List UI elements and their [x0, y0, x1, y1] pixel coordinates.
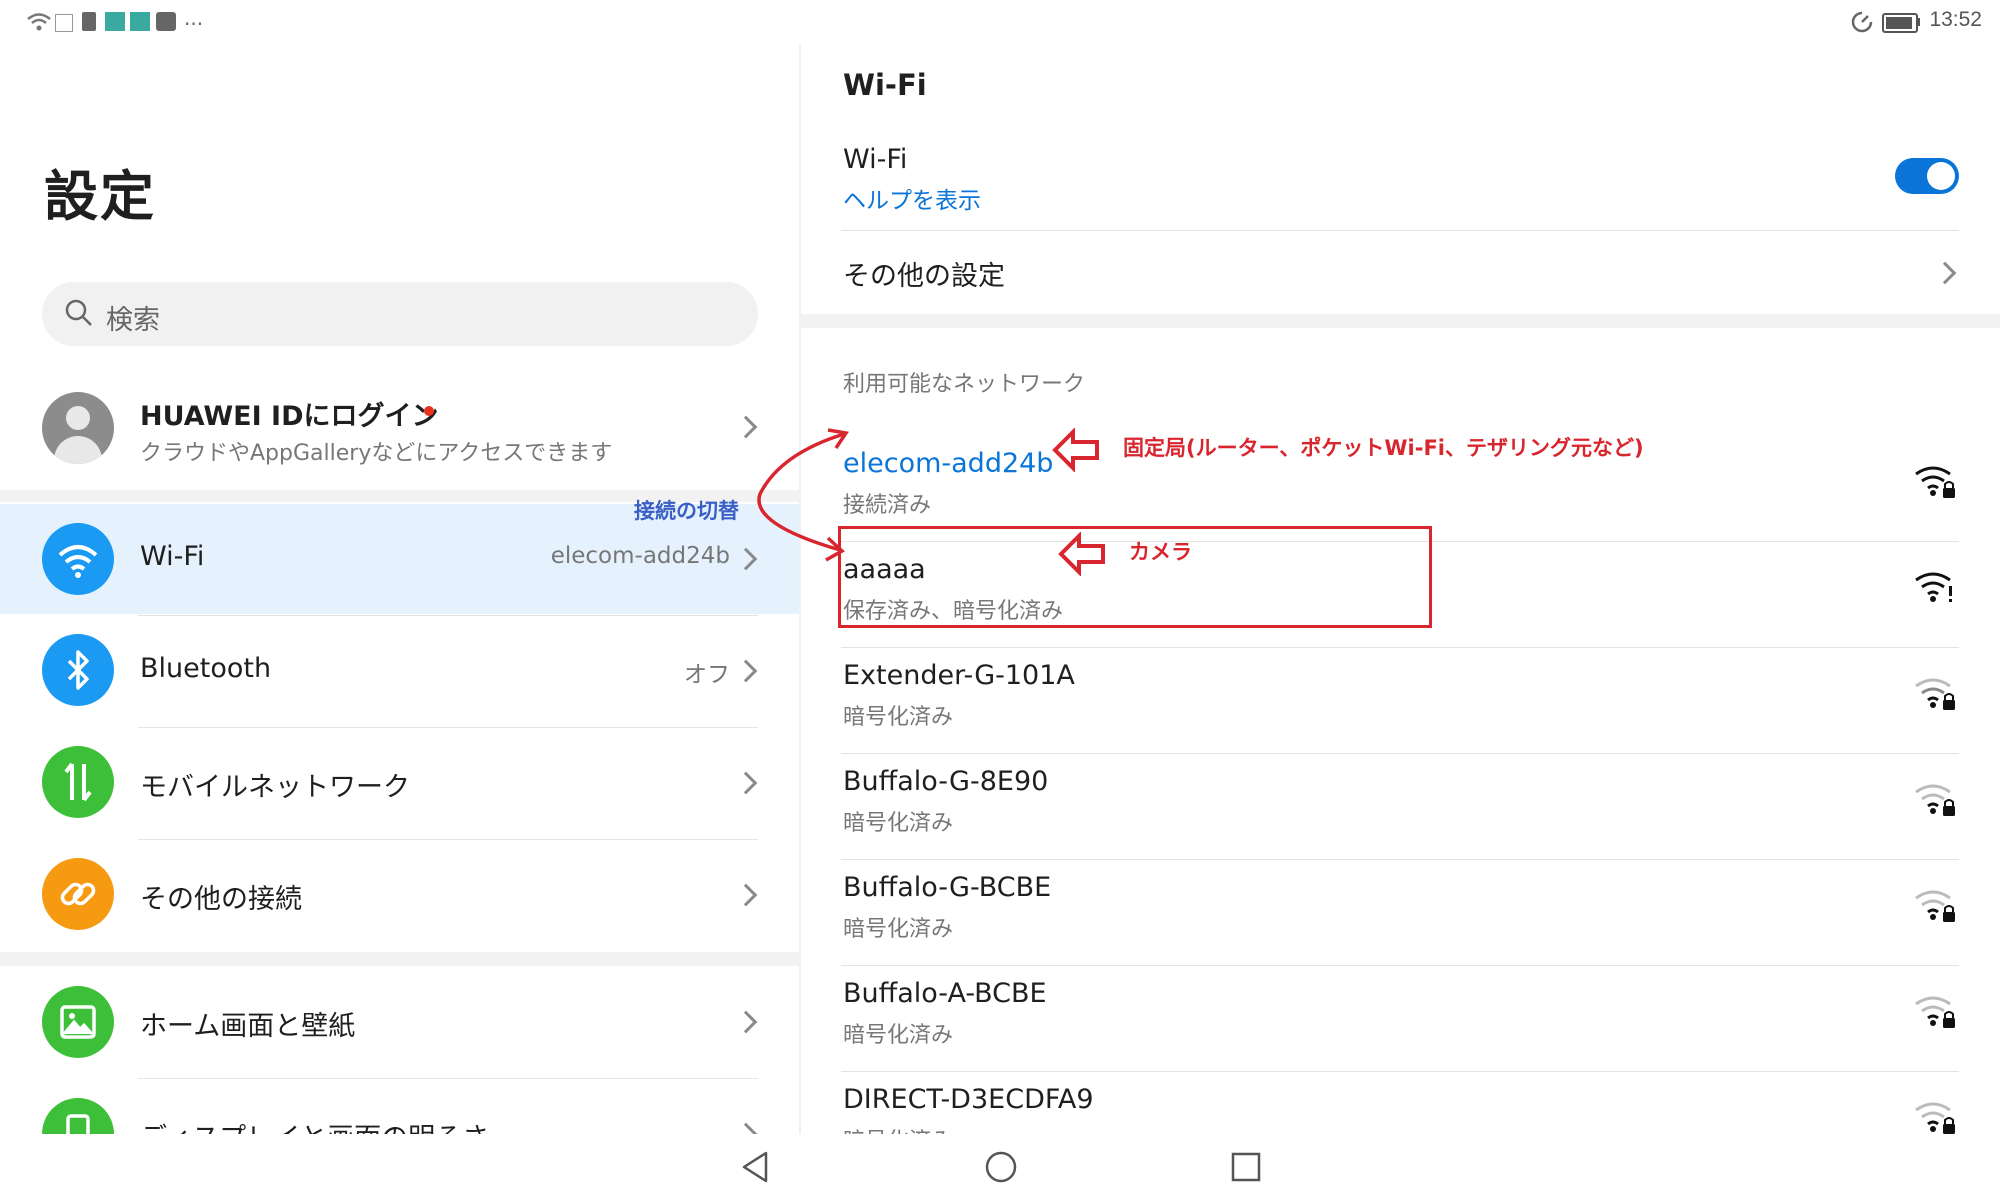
- wifi-lock-icon: [1915, 1102, 1955, 1134]
- section-gap: [801, 314, 2000, 328]
- network-name: elecom-add24b: [843, 448, 1054, 479]
- panel-title: Wi-Fi: [843, 68, 927, 102]
- home-icon[interactable]: [984, 1150, 1018, 1184]
- network-row[interactable]: DIRECT-D3ECDFA9 暗号化済み: [841, 1072, 1959, 1134]
- clock: 13:52: [1929, 8, 1982, 31]
- wifi-lock-icon: [1915, 890, 1955, 922]
- back-icon[interactable]: [740, 1150, 770, 1184]
- sim-icon: [82, 12, 96, 31]
- battery-icon: [1882, 13, 1918, 33]
- wifi-alert-icon: [1915, 572, 1952, 602]
- status-bar: ... 13:52: [0, 0, 2000, 44]
- android-icon: [105, 12, 125, 31]
- recents-icon[interactable]: [1230, 1151, 1262, 1183]
- annotation-arrow-left: [1052, 428, 1099, 472]
- network-status: 暗号化済み: [843, 705, 954, 730]
- account-subtitle: クラウドやAppGalleryなどにアクセスできます: [140, 441, 613, 466]
- help-link[interactable]: ヘルプを表示: [843, 181, 981, 215]
- section-gap: [0, 952, 800, 966]
- network-row[interactable]: Buffalo-G-8E90 暗号化済み: [841, 754, 1959, 860]
- network-status: 暗号化済み: [843, 1023, 954, 1048]
- settings-sidebar: 設定 検索 HUAWEI IDにログイン クラウドやAppGalleryなどにア…: [0, 44, 800, 1134]
- sidebar-item-label: Bluetooth: [140, 653, 272, 684]
- network-name: Buffalo-G-8E90: [843, 766, 1049, 797]
- battery-tip: [1917, 18, 1920, 26]
- mobile-data-icon: [42, 746, 114, 818]
- sidebar-item-label: Wi-Fi: [140, 541, 205, 572]
- network-name: Buffalo-G-BCBE: [843, 872, 1052, 903]
- network-row[interactable]: Extender-G-101A 暗号化済み: [841, 648, 1959, 754]
- sidebar-item-home-screen[interactable]: [0, 966, 800, 1078]
- page-title: 設定: [44, 165, 156, 228]
- sidebar-item-label: モバイルネットワーク: [140, 772, 410, 803]
- avatar: [42, 392, 114, 464]
- nfc-icon: [55, 14, 73, 32]
- sidebar-item-value: elecom-add24b: [550, 543, 730, 569]
- image-icon: [42, 986, 114, 1058]
- annotation-switch: 接続の切替: [634, 499, 739, 523]
- wifi-lock-icon: [1915, 466, 1955, 498]
- search-placeholder: 検索: [106, 305, 160, 336]
- display-icon: [42, 1098, 114, 1134]
- sync-icon: [1851, 11, 1873, 33]
- android-icon: [130, 12, 150, 31]
- account-title: HUAWEI IDにログイン: [140, 401, 439, 432]
- network-name: Extender-G-101A: [843, 660, 1075, 691]
- sidebar-item-value: オフ: [684, 662, 730, 688]
- wifi-lock-icon: [1915, 996, 1955, 1028]
- sidebar-item-label: ディスプレイと画面の明るさ: [140, 1116, 489, 1134]
- sidebar-item-other-connections[interactable]: [0, 840, 800, 950]
- notification-dot: [424, 406, 434, 416]
- wifi-lock-icon: [1915, 784, 1955, 816]
- sidebar-item-label: ホーム画面と壁紙: [140, 1011, 356, 1042]
- wifi-toggle-switch[interactable]: [1895, 158, 1959, 194]
- more-icon: ...: [184, 6, 204, 30]
- network-name: DIRECT-D3ECDFA9: [843, 1084, 1094, 1115]
- network-status: 暗号化済み: [843, 811, 954, 836]
- navigation-bar: [0, 1134, 2000, 1200]
- network-status: 暗号化済み: [843, 1123, 953, 1134]
- network-row[interactable]: Buffalo-G-BCBE 暗号化済み: [841, 860, 1959, 966]
- wifi-toggle-label: Wi-Fi: [843, 144, 908, 175]
- link-icon: [42, 858, 114, 930]
- other-settings-row[interactable]: [841, 231, 1959, 313]
- annotation-fixed-station: 固定局(ルーター、ポケットWi-Fi、テザリング元など): [1123, 436, 1644, 460]
- search-icon: [65, 299, 92, 326]
- wifi-detail-panel: Wi-Fi Wi-Fi ヘルプを表示 その他の設定 利用可能なネットワーク el…: [801, 44, 2000, 1134]
- sidebar-item-label: その他の接続: [140, 884, 302, 915]
- huawei-icon: [156, 12, 176, 31]
- section-label: 利用可能なネットワーク: [843, 372, 1086, 397]
- wifi-lock-icon: [1915, 678, 1955, 710]
- wifi-icon: [27, 13, 51, 31]
- network-row[interactable]: Buffalo-A-BCBE 暗号化済み: [841, 966, 1959, 1072]
- network-name: Buffalo-A-BCBE: [843, 978, 1047, 1009]
- network-status: 暗号化済み: [843, 917, 954, 942]
- bluetooth-icon: [42, 634, 114, 706]
- other-settings-label: その他の設定: [843, 261, 1005, 292]
- wifi-icon: [42, 523, 114, 595]
- annotation-curved-arrow: [757, 428, 849, 562]
- annotation-highlight-box: [838, 526, 1432, 628]
